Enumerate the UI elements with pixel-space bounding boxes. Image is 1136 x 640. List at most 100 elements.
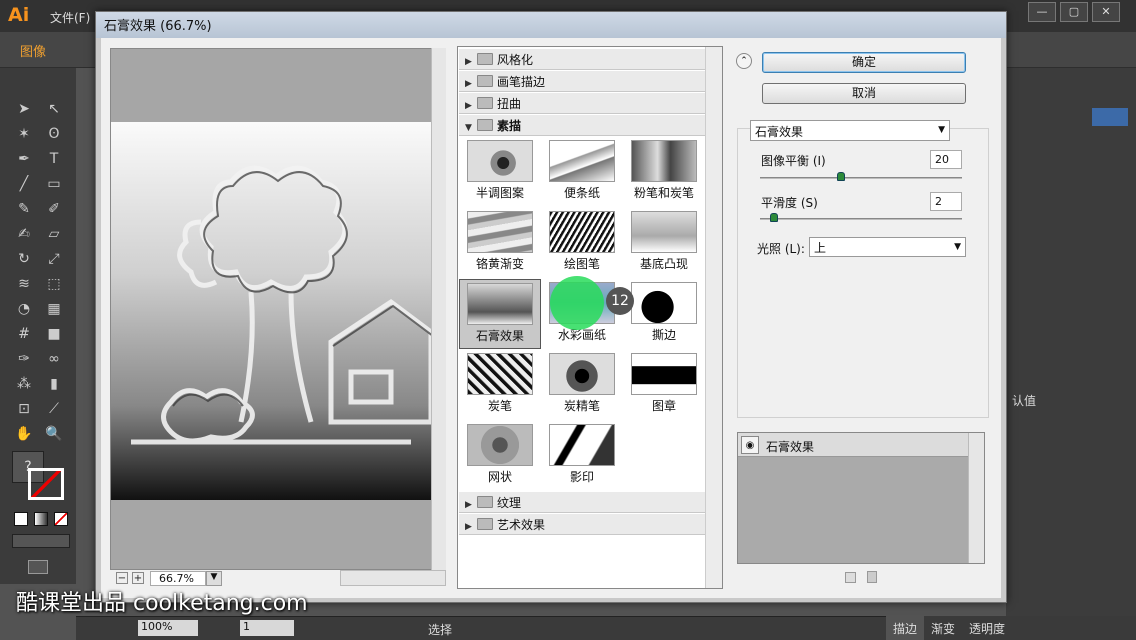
gallery-vertical-scrollbar[interactable]: [705, 47, 722, 588]
filter-thumb-image: [467, 424, 533, 466]
filter-thumb-12[interactable]: 网状: [463, 421, 537, 487]
category-sketch[interactable]: ▼ 素描: [459, 115, 705, 136]
image-balance-label: 图像平衡 (I): [761, 154, 826, 168]
status-zoom-select[interactable]: 100%: [138, 620, 198, 636]
right-panel-selection[interactable]: [1092, 108, 1128, 126]
tab-transparency[interactable]: 透明度: [962, 616, 1012, 640]
zoom-dropdown-icon[interactable]: ▼: [206, 571, 222, 586]
filter-select[interactable]: 石膏效果 ▼: [750, 120, 950, 141]
screen-mode-button[interactable]: [28, 560, 48, 574]
slice-icon[interactable]: ⟋: [42, 398, 66, 420]
light-select[interactable]: 上 ▼: [809, 237, 966, 257]
filter-thumb-1[interactable]: 便条纸: [545, 137, 619, 203]
none-mode[interactable]: [54, 512, 68, 526]
zoom-value[interactable]: 66.7%: [150, 571, 206, 586]
minimize-button[interactable]: —: [1028, 2, 1056, 22]
scale-icon[interactable]: ⤢: [42, 248, 66, 270]
pen-icon[interactable]: ✒: [12, 148, 36, 170]
zoom-out-button[interactable]: −: [116, 572, 128, 584]
zoom-in-button[interactable]: +: [132, 572, 144, 584]
folder-icon: [477, 496, 493, 508]
tab-gradient[interactable]: 渐变: [924, 616, 962, 640]
smoothness-input[interactable]: 2: [930, 192, 962, 211]
filter-thumb-label: 影印: [569, 470, 594, 484]
tab-stroke[interactable]: 描边: [886, 616, 925, 640]
filter-thumb-label: 基底凸现: [639, 257, 688, 271]
filter-thumb-image: [631, 282, 697, 324]
filter-thumb-0[interactable]: 半调图案: [463, 137, 537, 203]
control-bar-label: 图像: [20, 45, 47, 60]
close-button[interactable]: ✕: [1092, 2, 1120, 22]
symbol-sprayer-icon[interactable]: ⁂: [12, 373, 36, 395]
filter-thumb-image: [467, 353, 533, 395]
filter-thumb-label: 网状: [487, 470, 512, 484]
filter-thumb-8[interactable]: 撕边: [627, 279, 701, 345]
category-stylize[interactable]: ▶ 风格化: [459, 49, 705, 70]
line-icon[interactable]: ╱: [12, 173, 36, 195]
category-distort[interactable]: ▶ 扭曲: [459, 93, 705, 114]
shape-builder-icon[interactable]: ◔: [12, 298, 36, 320]
mesh-icon[interactable]: #: [12, 323, 36, 345]
selection-arrow-icon[interactable]: ➤: [12, 98, 36, 120]
hand-icon[interactable]: ✋: [12, 423, 36, 445]
rectangle-icon[interactable]: ▭: [42, 173, 66, 195]
ok-button[interactable]: 确定: [762, 52, 966, 73]
blend-icon[interactable]: ∞: [42, 348, 66, 370]
category-brush-strokes[interactable]: ▶ 画笔描边: [459, 71, 705, 92]
filter-thumb-10[interactable]: 炭精笔: [545, 350, 619, 416]
smoothness-slider[interactable]: [760, 218, 962, 220]
direct-selection-icon[interactable]: ↖: [42, 98, 66, 120]
maximize-button[interactable]: ▢: [1060, 2, 1088, 22]
draw-mode-buttons[interactable]: [12, 534, 70, 548]
filter-thumb-image: [631, 211, 697, 253]
filter-thumb-6[interactable]: 石膏效果: [459, 279, 541, 349]
magic-wand-icon[interactable]: ✶: [12, 123, 36, 145]
paintbrush-icon[interactable]: ✎: [12, 198, 36, 220]
right-panels: [1006, 68, 1136, 616]
filter-thumb-11[interactable]: 图章: [627, 350, 701, 416]
filter-thumb-9[interactable]: 炭笔: [463, 350, 537, 416]
filter-thumb-label: 石膏效果: [475, 329, 524, 343]
perspective-icon[interactable]: ▦: [42, 298, 66, 320]
eraser-icon[interactable]: ▱: [42, 223, 66, 245]
eye-icon[interactable]: ◉: [741, 436, 759, 454]
new-effect-layer-icon[interactable]: [845, 572, 856, 583]
column-graph-icon[interactable]: ▮: [42, 373, 66, 395]
filter-thumb-13[interactable]: 影印: [545, 421, 619, 487]
preview-horizontal-scrollbar[interactable]: [340, 570, 446, 586]
type-icon[interactable]: T: [42, 148, 66, 170]
image-balance-input[interactable]: 20: [930, 150, 962, 169]
free-transform-icon[interactable]: ⬚: [42, 273, 66, 295]
blob-brush-icon[interactable]: ✍: [12, 223, 36, 245]
gradient-icon[interactable]: ■: [42, 323, 66, 345]
window-buttons: — ▢ ✕: [1026, 0, 1136, 22]
image-balance-slider-thumb[interactable]: [836, 172, 845, 181]
fill-color-mode[interactable]: [14, 512, 28, 526]
artboard-icon[interactable]: ⊡: [12, 398, 36, 420]
preview-vertical-scrollbar[interactable]: [431, 48, 446, 570]
zoom-icon[interactable]: 🔍: [42, 423, 66, 445]
gradient-mode[interactable]: [34, 512, 48, 526]
stroke-swatch[interactable]: [28, 468, 64, 500]
filter-thumb-4[interactable]: 绘图笔: [545, 208, 619, 274]
rotate-icon[interactable]: ↻: [12, 248, 36, 270]
status-page-field[interactable]: 1: [240, 620, 294, 636]
trash-icon[interactable]: [867, 571, 877, 583]
filter-thumb-2[interactable]: 粉笔和炭笔: [627, 137, 701, 203]
layers-vertical-scrollbar[interactable]: [968, 433, 984, 563]
cancel-button[interactable]: 取消: [762, 83, 966, 104]
collapse-gallery-icon[interactable]: ⌃: [736, 53, 752, 69]
category-texture[interactable]: ▶ 纹理: [459, 492, 705, 513]
menu-file[interactable]: 文件(F): [50, 9, 90, 26]
lasso-icon[interactable]: ʘ: [42, 123, 66, 145]
eyedropper-icon[interactable]: ✑: [12, 348, 36, 370]
smoothness-slider-thumb[interactable]: [770, 213, 779, 222]
filter-thumb-3[interactable]: 铬黄渐变: [463, 208, 537, 274]
category-artistic[interactable]: ▶ 艺术效果: [459, 514, 705, 535]
dialog-title: 石膏效果 (66.7%): [96, 12, 1006, 38]
pencil-icon[interactable]: ✐: [42, 198, 66, 220]
image-balance-slider[interactable]: [760, 177, 962, 179]
filter-thumb-5[interactable]: 基底凸现: [627, 208, 701, 274]
width-icon[interactable]: ≋: [12, 273, 36, 295]
collapse-arrow-icon: ▼: [465, 123, 472, 133]
